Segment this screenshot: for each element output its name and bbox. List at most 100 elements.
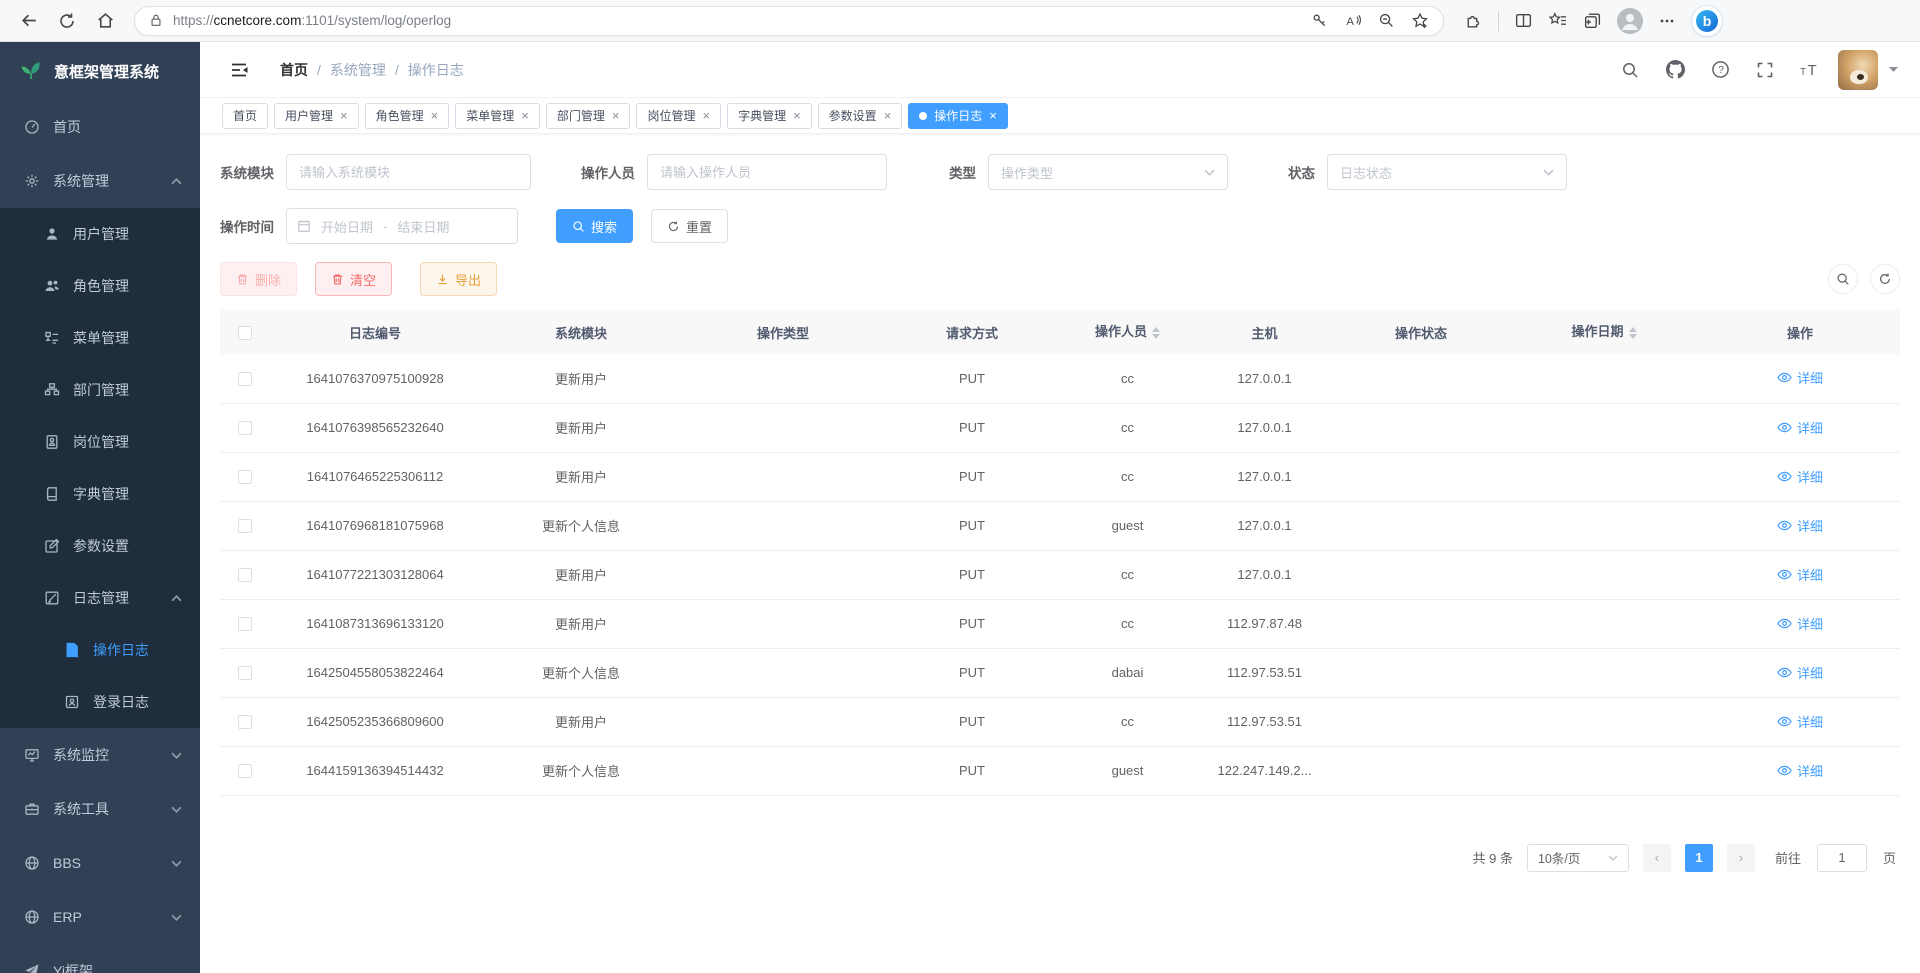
header-search-button[interactable] — [1613, 53, 1647, 87]
status-select[interactable]: 日志状态 — [1327, 154, 1567, 190]
tab-dict-mgmt[interactable]: 字典管理× — [727, 103, 812, 129]
address-bar[interactable]: https://ccnetcore.com:1101/system/log/op… — [134, 6, 1444, 36]
row-checkbox[interactable] — [238, 715, 252, 729]
detail-link[interactable]: 详细 — [1777, 467, 1823, 486]
next-page-button[interactable]: › — [1727, 844, 1755, 872]
avatar[interactable] — [1838, 50, 1878, 90]
reset-button[interactable]: 重置 — [651, 209, 728, 243]
split-screen-icon[interactable] — [1514, 11, 1533, 30]
close-icon[interactable]: × — [431, 109, 439, 122]
close-icon[interactable]: × — [793, 109, 801, 122]
select-all-checkbox[interactable] — [238, 326, 252, 340]
tab-user-mgmt[interactable]: 用户管理× — [274, 103, 359, 129]
sidebar-item-dict-mgmt[interactable]: 字典管理 — [0, 468, 200, 520]
font-size-button[interactable]: TT — [1793, 53, 1827, 87]
row-checkbox[interactable] — [238, 470, 252, 484]
sidebar-item-user-mgmt[interactable]: 用户管理 — [0, 208, 200, 260]
collections-icon[interactable] — [1583, 11, 1602, 30]
chevron-down-icon[interactable] — [1889, 67, 1898, 73]
row-checkbox[interactable] — [238, 568, 252, 582]
github-link[interactable] — [1658, 53, 1692, 87]
delete-button[interactable]: 删除 — [220, 262, 297, 296]
type-select[interactable]: 操作类型 — [988, 154, 1228, 190]
sidebar-item-bbs[interactable]: BBS — [0, 836, 200, 890]
sidebar-item-system-tools[interactable]: 系统工具 — [0, 782, 200, 836]
read-aloud-icon[interactable]: A — [1344, 12, 1362, 29]
sidebar-item-oper-log[interactable]: 操作日志 — [0, 624, 200, 676]
cell-method: PUT — [884, 501, 1060, 550]
tab-role-mgmt[interactable]: 角色管理× — [365, 103, 450, 129]
sidebar-item-post-mgmt[interactable]: 岗位管理 — [0, 416, 200, 468]
detail-link[interactable]: 详细 — [1777, 368, 1823, 387]
detail-link[interactable]: 详细 — [1777, 761, 1823, 780]
tab-post-mgmt[interactable]: 岗位管理× — [636, 103, 721, 129]
sort-caret[interactable] — [1629, 323, 1637, 343]
tab-menu-mgmt[interactable]: 菜单管理× — [455, 103, 540, 129]
search-button[interactable]: 搜索 — [556, 209, 633, 243]
table-refresh-button[interactable] — [1870, 264, 1900, 294]
detail-link[interactable]: 详细 — [1777, 712, 1823, 731]
close-icon[interactable]: × — [884, 109, 892, 122]
zoom-out-icon[interactable] — [1378, 12, 1395, 29]
breadcrumb-home[interactable]: 首页 — [280, 60, 308, 80]
fullscreen-button[interactable] — [1748, 53, 1782, 87]
eye-icon — [1777, 420, 1792, 435]
more-menu-icon[interactable] — [1658, 12, 1676, 30]
favorites-icon[interactable] — [1548, 11, 1568, 30]
row-checkbox[interactable] — [238, 617, 252, 631]
close-icon[interactable]: × — [989, 109, 997, 122]
tab-param-settings[interactable]: 参数设置× — [818, 103, 903, 129]
tab-home[interactable]: 首页 — [222, 103, 268, 129]
goto-page-input[interactable] — [1817, 844, 1867, 872]
close-icon[interactable]: × — [702, 109, 710, 122]
table-search-toggle-button[interactable] — [1828, 264, 1858, 294]
sidebar-item-param-settings[interactable]: 参数设置 — [0, 520, 200, 572]
detail-link[interactable]: 详细 — [1777, 614, 1823, 633]
sidebar-item-yi-framework[interactable]: Yi框架 — [0, 944, 200, 973]
chevron-down-icon — [171, 914, 182, 921]
sidebar-item-role-mgmt[interactable]: 角色管理 — [0, 260, 200, 312]
close-icon[interactable]: × — [340, 109, 348, 122]
sidebar-collapse-button[interactable] — [222, 53, 256, 87]
browser-home-button[interactable] — [88, 4, 122, 38]
sidebar-item-system-monitor[interactable]: 系统监控 — [0, 728, 200, 782]
sidebar-item-erp[interactable]: ERP — [0, 890, 200, 944]
page-size-select[interactable]: 10条/页 — [1527, 844, 1629, 872]
add-favorite-icon[interactable] — [1411, 12, 1429, 30]
row-checkbox[interactable] — [238, 519, 252, 533]
extensions-icon[interactable] — [1464, 11, 1483, 30]
browser-refresh-button[interactable] — [50, 4, 84, 38]
detail-link[interactable]: 详细 — [1777, 663, 1823, 682]
module-input[interactable] — [286, 154, 531, 190]
sidebar-item-menu-mgmt[interactable]: 菜单管理 — [0, 312, 200, 364]
help-button[interactable]: ? — [1703, 53, 1737, 87]
password-key-icon[interactable] — [1311, 12, 1328, 29]
close-icon[interactable]: × — [521, 109, 529, 122]
clear-button[interactable]: 清空 — [315, 262, 392, 296]
detail-link[interactable]: 详细 — [1777, 418, 1823, 437]
browser-back-button[interactable] — [12, 4, 46, 38]
tab-dept-mgmt[interactable]: 部门管理× — [546, 103, 631, 129]
sidebar-item-home[interactable]: 首页 — [0, 100, 200, 154]
current-page[interactable]: 1 — [1685, 844, 1713, 872]
close-icon[interactable]: × — [612, 109, 620, 122]
date-range-picker[interactable]: 开始日期 - 结束日期 — [286, 208, 518, 244]
row-checkbox[interactable] — [238, 372, 252, 386]
sidebar-item-dept-mgmt[interactable]: 部门管理 — [0, 364, 200, 416]
row-checkbox[interactable] — [238, 421, 252, 435]
sidebar-item-login-log[interactable]: 登录日志 — [0, 676, 200, 728]
export-button[interactable]: 导出 — [420, 262, 497, 296]
app-logo[interactable]: 意框架管理系统 — [0, 42, 200, 100]
row-checkbox[interactable] — [238, 666, 252, 680]
detail-link[interactable]: 详细 — [1777, 565, 1823, 584]
detail-link[interactable]: 详细 — [1777, 516, 1823, 535]
browser-profile-avatar[interactable] — [1617, 8, 1643, 34]
sidebar-item-system-mgmt[interactable]: 系统管理 — [0, 154, 200, 208]
operator-input[interactable] — [647, 154, 887, 190]
tab-oper-log-active[interactable]: 操作日志× — [908, 103, 1008, 129]
copilot-bing-icon[interactable]: b — [1691, 5, 1723, 37]
sidebar-item-log-mgmt[interactable]: 日志管理 — [0, 572, 200, 624]
row-checkbox[interactable] — [238, 764, 252, 778]
prev-page-button[interactable]: ‹ — [1643, 844, 1671, 872]
sort-caret[interactable] — [1152, 323, 1160, 343]
